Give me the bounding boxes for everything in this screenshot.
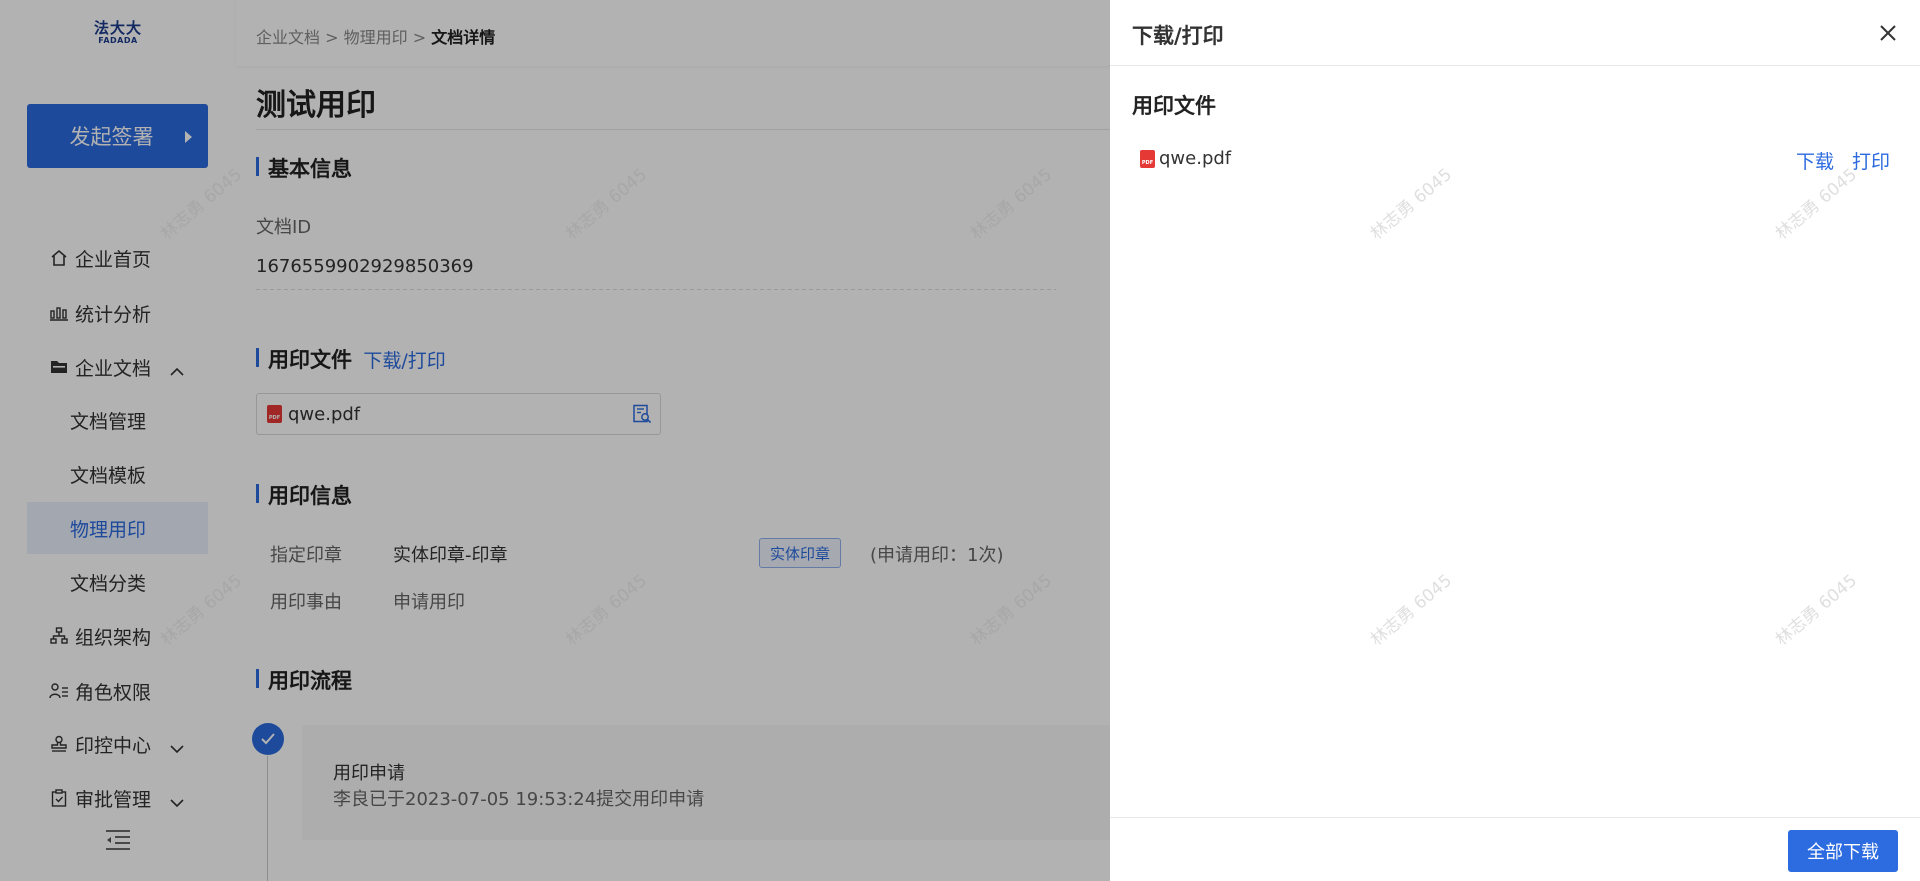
file-name: qwe.pdf bbox=[1159, 148, 1232, 169]
file-actions: 下载 打印 bbox=[1796, 147, 1890, 174]
download-link[interactable]: 下载 bbox=[1796, 147, 1834, 174]
drawer-title: 下载/打印 bbox=[1132, 24, 1224, 48]
drawer-file-item: PDF qwe.pdf bbox=[1140, 148, 1231, 169]
close-icon[interactable] bbox=[1876, 21, 1900, 45]
watermark: 林志勇 6045 bbox=[1366, 164, 1457, 245]
watermark: 林志勇 6045 bbox=[1771, 570, 1862, 651]
download-all-button[interactable]: 全部下载 bbox=[1788, 830, 1898, 872]
print-link[interactable]: 打印 bbox=[1852, 147, 1890, 174]
download-print-drawer: 下载/打印 用印文件 PDF qwe.pdf 下载 打印 林志勇 6045 林志… bbox=[1110, 0, 1920, 881]
drawer-header: 下载/打印 bbox=[1110, 0, 1920, 66]
drawer-section-title: 用印文件 bbox=[1132, 94, 1216, 118]
drawer-footer: 全部下载 bbox=[1110, 817, 1920, 881]
pdf-file-icon: PDF bbox=[1140, 149, 1155, 168]
watermark: 林志勇 6045 bbox=[1366, 570, 1457, 651]
